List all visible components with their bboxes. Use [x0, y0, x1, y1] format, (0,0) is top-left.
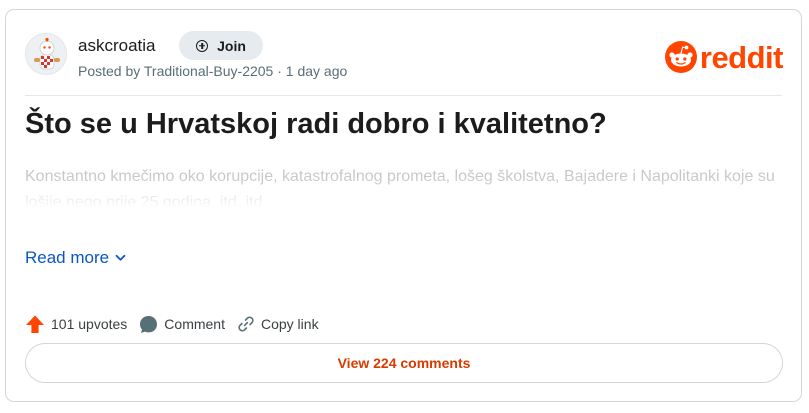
upvote-button[interactable]: 101 upvotes: [25, 314, 127, 334]
post-body-preview: Konstantno kmečimo oko korupcije, katast…: [25, 168, 775, 208]
read-more-button[interactable]: Read more: [25, 248, 126, 268]
subreddit-name[interactable]: askcroatia: [78, 36, 155, 56]
reddit-logo-icon: [664, 41, 697, 73]
header-divider: [25, 95, 782, 96]
chevron-down-icon: [115, 254, 126, 261]
join-button[interactable]: Join: [179, 31, 263, 60]
post-card: askcroatia Join Posted by Traditional-Bu…: [5, 9, 802, 402]
reddit-wordmark: reddit: [699, 39, 784, 75]
comment-label: Comment: [164, 316, 225, 332]
plus-circle-icon: [196, 39, 209, 52]
post-meta: Posted by Traditional-Buy-2205 · 1 day a…: [78, 63, 348, 79]
link-icon: [238, 316, 254, 332]
post-title[interactable]: Što se u Hrvatskoj radi dobro i kvalitet…: [25, 108, 607, 141]
view-comments-label: View 224 comments: [337, 355, 471, 371]
reddit-logo[interactable]: reddit: [664, 39, 784, 75]
view-comments-button[interactable]: View 224 comments: [25, 343, 783, 383]
upvote-arrow-icon: [26, 315, 44, 333]
comment-bubble-icon: [140, 315, 158, 333]
copy-link-button[interactable]: Copy link: [237, 315, 319, 333]
upvote-count: 101 upvotes: [51, 316, 128, 332]
join-label: Join: [217, 37, 246, 54]
read-more-label: Read more: [25, 248, 110, 267]
subreddit-avatar-icon[interactable]: [25, 33, 67, 75]
post-actions: 101 upvotes Comment Copy link: [25, 314, 331, 334]
copy-link-label: Copy link: [260, 316, 319, 332]
comment-button[interactable]: Comment: [139, 315, 225, 334]
